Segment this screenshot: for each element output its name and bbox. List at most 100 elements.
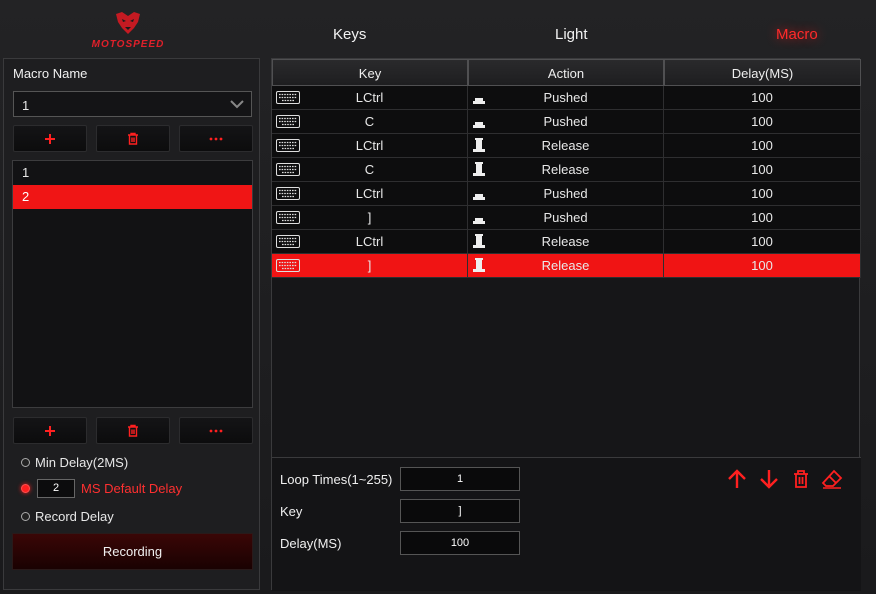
min-delay-option[interactable]: Min Delay(2MS) — [21, 455, 128, 470]
key-value: LCtrl — [355, 186, 384, 201]
radio-button[interactable] — [21, 458, 30, 467]
macro-name-select[interactable]: 1 — [13, 91, 252, 117]
table-row[interactable]: LCtrl Pushed 100 — [272, 86, 861, 110]
column-header-action: Action — [468, 59, 664, 86]
trash-icon — [794, 470, 808, 488]
macro-editor: Key Action Delay(MS) LCtrl Pushed 100 C Push… — [271, 58, 861, 591]
table-row[interactable]: ] Pushed 100 — [272, 206, 861, 230]
action-cell: Pushed — [468, 86, 664, 109]
key-pushed-icon — [473, 122, 485, 128]
key-pushed-icon — [473, 98, 485, 104]
table-row[interactable]: LCtrl Pushed 100 — [272, 182, 861, 206]
trash-icon — [128, 424, 138, 437]
delay-cell: 100 — [664, 158, 861, 181]
panther-logo-icon — [116, 12, 140, 34]
trash-icon — [128, 132, 138, 145]
key-released-icon — [473, 138, 485, 152]
delete-macro-button[interactable] — [96, 125, 170, 152]
delay-value: 100 — [751, 114, 773, 129]
key-pushed-icon — [473, 218, 485, 224]
table-row[interactable]: LCtrl Release 100 — [272, 134, 861, 158]
table-row[interactable]: C Release 100 — [272, 158, 861, 182]
more-macro-button[interactable] — [179, 125, 253, 152]
clear-icon — [821, 469, 843, 489]
macro-list-item[interactable]: 1 — [13, 161, 252, 185]
action-value: Pushed — [543, 186, 588, 201]
key-cell: LCtrl — [272, 134, 468, 157]
delay-input[interactable]: 100 — [400, 531, 520, 555]
arrow-down-icon — [760, 470, 778, 489]
action-cell: Release — [468, 158, 664, 181]
move-down-button[interactable] — [758, 468, 780, 490]
macro-toolbar — [13, 125, 253, 152]
delay-cell: 100 — [664, 110, 861, 133]
move-up-button[interactable] — [726, 468, 748, 490]
key-cell: LCtrl — [272, 86, 468, 109]
key-cell: LCtrl — [272, 182, 468, 205]
key-value: ] — [367, 210, 372, 225]
loop-times-input[interactable]: 1 — [400, 467, 520, 491]
key-cell: C — [272, 110, 468, 133]
event-editor: Loop Times(1~255) 1 Key ] Delay(MS) 100 — [272, 457, 861, 591]
table-body: LCtrl Pushed 100 C Pushed 100 LCtrl Release 100 C… — [272, 86, 861, 278]
add-icon — [45, 133, 55, 144]
radio-button[interactable] — [21, 484, 30, 493]
tab-light[interactable]: Light — [555, 26, 588, 43]
default-delay-input[interactable]: 2 — [37, 479, 75, 498]
delay-value: 100 — [751, 234, 773, 249]
add-macro-button[interactable] — [13, 125, 87, 152]
key-value: LCtrl — [355, 234, 384, 249]
action-value: Pushed — [543, 114, 588, 129]
key-value: ] — [367, 258, 372, 273]
table-header: Key Action Delay(MS) — [272, 59, 861, 86]
default-delay-option[interactable]: 2 MS Default Delay — [21, 479, 182, 498]
more-button[interactable] — [179, 417, 253, 444]
action-value: Release — [541, 234, 590, 249]
delay-cell: 100 — [664, 254, 861, 277]
clear-events-button[interactable] — [820, 468, 843, 490]
key-cell: LCtrl — [272, 230, 468, 253]
action-value: Pushed — [543, 90, 588, 105]
column-header-key: Key — [272, 59, 468, 86]
delay-value: 100 — [751, 138, 773, 153]
key-released-icon — [473, 162, 485, 176]
action-cell: Release — [468, 230, 664, 253]
keyboard-icon — [276, 115, 300, 128]
keyboard-icon — [276, 259, 300, 272]
app-window: MOTOSPEED Keys Light Macro Macro Name 1 … — [0, 0, 876, 594]
delay-cell: 100 — [664, 134, 861, 157]
tab-keys[interactable]: Keys — [333, 26, 366, 43]
default-delay-label: MS Default Delay — [81, 481, 183, 496]
macro-name-label: Macro Name — [13, 66, 88, 81]
action-cell: Pushed — [468, 110, 664, 133]
delay-value: 100 — [751, 162, 773, 177]
add-button[interactable] — [13, 417, 87, 444]
delay-value: 100 — [751, 186, 773, 201]
key-cell: ] — [272, 254, 468, 277]
tab-macro[interactable]: Macro — [776, 26, 818, 43]
keyboard-icon — [276, 235, 300, 248]
macro-list-item[interactable]: 2 — [13, 185, 252, 209]
delay-cell: 100 — [664, 182, 861, 205]
recording-button[interactable]: Recording — [12, 533, 253, 570]
more-icon — [209, 137, 223, 140]
arrow-up-icon — [728, 469, 746, 488]
brand-logo: MOTOSPEED — [80, 10, 176, 54]
record-delay-option[interactable]: Record Delay — [21, 509, 114, 524]
table-row[interactable]: ] Release 100 — [272, 254, 861, 278]
table-row[interactable]: C Pushed 100 — [272, 110, 861, 134]
table-row[interactable]: LCtrl Release 100 — [272, 230, 861, 254]
delay-value: 100 — [751, 90, 773, 105]
radio-button[interactable] — [21, 512, 30, 521]
delete-event-button[interactable] — [790, 468, 812, 490]
delay-cell: 100 — [664, 230, 861, 253]
delete-button[interactable] — [96, 417, 170, 444]
more-icon — [209, 429, 223, 432]
action-cell: Pushed — [468, 182, 664, 205]
keyboard-icon — [276, 163, 300, 176]
key-value: LCtrl — [355, 90, 384, 105]
macro-name-value: 1 — [22, 98, 30, 113]
key-input[interactable]: ] — [400, 499, 520, 523]
keyboard-icon — [276, 211, 300, 224]
key-value: C — [364, 114, 375, 129]
